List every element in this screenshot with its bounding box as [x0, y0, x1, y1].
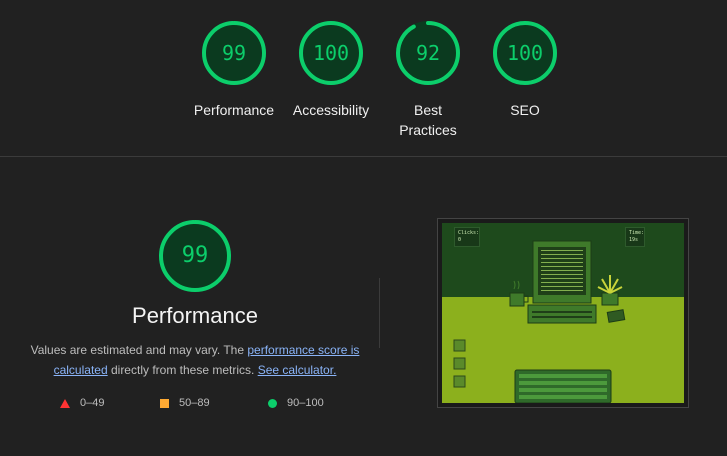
gauge-score: 92 [415, 41, 441, 65]
see-calculator-link[interactable]: See calculator. [258, 363, 337, 377]
category-gauges: 99 Performance 100 Accessibility 92 Best… [0, 0, 727, 156]
gauge-score: 100 [506, 41, 544, 65]
gauge-label: Accessibility [292, 102, 370, 118]
performance-description: Values are estimated and may vary. The p… [30, 340, 360, 380]
gauge-label: Best Practices [399, 102, 457, 138]
gauge-ring: 92 [395, 20, 461, 86]
performance-section: 99 Performance Values are estimated and … [0, 157, 727, 456]
gauge-score: 100 [312, 41, 350, 65]
gauge-ring: 100 [298, 20, 364, 86]
description-text: directly from these metrics. [107, 363, 258, 377]
side-icons [453, 339, 466, 388]
legend-average: 50–89 [160, 397, 210, 409]
gauge-accessibility[interactable]: 100 Accessibility [281, 20, 381, 120]
gauge-ring: 99 [201, 20, 267, 86]
gauge-score: 99 [221, 41, 247, 65]
plant-icon [597, 275, 623, 306]
gauge-label: SEO [510, 102, 540, 118]
legend-range: 0–49 [80, 397, 105, 409]
legend-range: 90–100 [287, 397, 324, 409]
performance-score: 99 [181, 243, 209, 268]
circle-icon [268, 398, 277, 408]
performance-title: Performance [132, 303, 258, 328]
legend-fail: 0–49 [60, 397, 104, 409]
screenshot-image: Clicks: 0 Time: 19s [442, 223, 684, 403]
vertical-separator [379, 278, 380, 348]
square-icon [160, 398, 169, 408]
keyboard-icon [514, 369, 612, 403]
computer-icon [527, 240, 597, 324]
gauge-best-practices[interactable]: 92 Best Practices [378, 20, 478, 140]
performance-gauge: 99 [158, 219, 232, 293]
legend-pass: 90–100 [268, 397, 324, 409]
mug-icon [509, 280, 529, 307]
gauge-ring: 100 [492, 20, 558, 86]
gauge-label: Performance [193, 102, 275, 118]
gauge-performance[interactable]: 99 Performance [184, 20, 284, 120]
device-icon [606, 309, 626, 323]
description-text: Values are estimated and may vary. The [30, 343, 248, 357]
gauge-seo[interactable]: 100 SEO [475, 20, 575, 120]
triangle-icon [60, 398, 70, 408]
final-screenshot[interactable]: Clicks: 0 Time: 19s [437, 218, 689, 408]
scene-drawing [453, 240, 626, 403]
score-legend: 0–49 50–89 90–100 [55, 397, 355, 413]
legend-range: 50–89 [179, 397, 210, 409]
